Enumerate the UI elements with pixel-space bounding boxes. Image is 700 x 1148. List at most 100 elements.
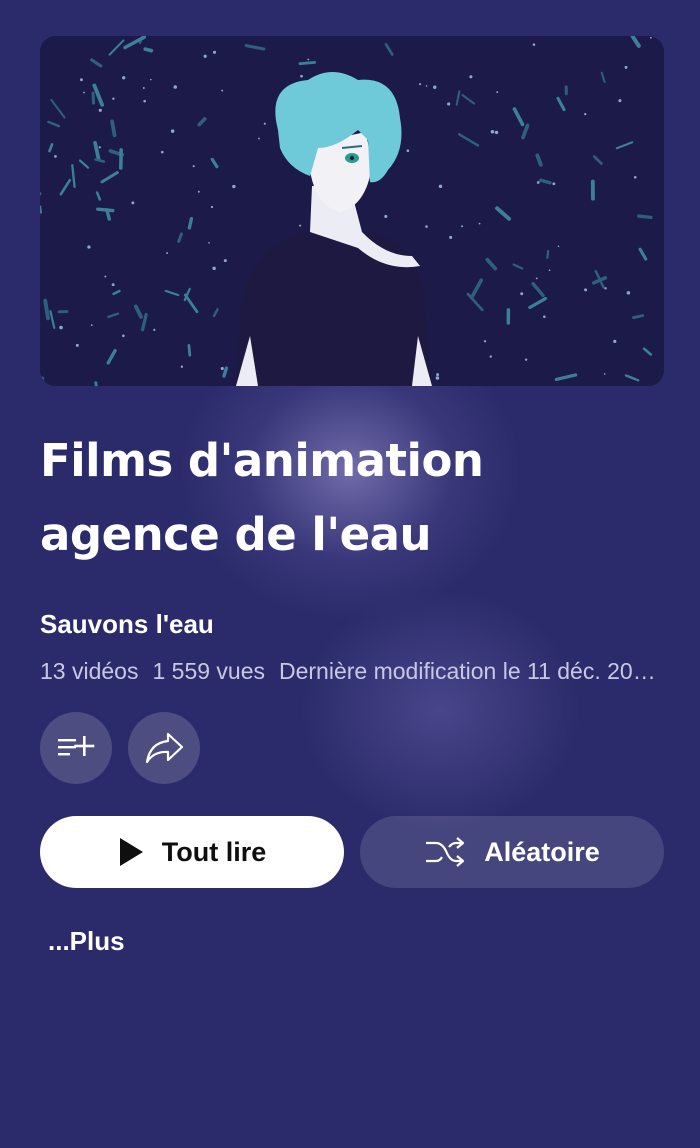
water-dot [436, 373, 440, 377]
water-dot [75, 343, 79, 347]
water-particle [110, 119, 117, 138]
water-particle [43, 298, 50, 321]
water-dot [447, 102, 451, 106]
water-dot [300, 74, 303, 78]
water-dot [418, 83, 422, 86]
play-all-label: Tout lire [161, 836, 267, 867]
water-dot [536, 181, 540, 184]
water-dot [192, 165, 195, 168]
water-dot [543, 315, 546, 318]
water-dot [603, 373, 606, 375]
water-dot [212, 266, 216, 271]
shuffle-icon [424, 835, 466, 869]
water-dot [232, 184, 236, 189]
water-dot [203, 54, 207, 58]
water-dot [212, 50, 217, 54]
more-link[interactable]: ...Plus [48, 924, 125, 958]
water-dot [104, 275, 107, 278]
save-to-library-button[interactable] [40, 712, 112, 784]
water-dot [90, 324, 93, 326]
water-particle [637, 214, 653, 220]
water-dot [584, 112, 587, 116]
water-dot [548, 269, 551, 272]
water-dot [650, 36, 652, 39]
water-dot [384, 214, 388, 218]
water-dot [604, 287, 607, 290]
water-particle [40, 376, 45, 386]
water-dot [166, 252, 169, 255]
water-dot [142, 86, 145, 89]
water-dot [160, 150, 164, 154]
water-dot [150, 78, 152, 81]
playlist-add-icon [58, 736, 95, 756]
water-dot [557, 245, 560, 248]
water-dot [520, 292, 524, 296]
water-dot [122, 334, 125, 338]
channel-name[interactable]: Sauvons l'eau [40, 608, 214, 640]
water-dot [54, 155, 57, 158]
water-dot [613, 339, 617, 343]
water-dot [98, 146, 101, 149]
water-dot [524, 358, 528, 361]
water-dot [425, 85, 428, 87]
water-dot [406, 149, 410, 153]
water-dot [584, 288, 588, 292]
view-count: 1 559 vues [152, 658, 265, 684]
water-dot [170, 129, 175, 133]
water-dot [258, 137, 260, 140]
water-dot [83, 91, 85, 94]
water-dot [494, 130, 499, 135]
water-dot [131, 201, 135, 205]
water-dot [469, 75, 473, 79]
water-particle [187, 217, 194, 230]
water-dot [180, 365, 184, 368]
shuffle-button[interactable]: Aléatoire [360, 816, 664, 888]
water-particle [187, 344, 192, 357]
video-count: 13 vidéos [40, 658, 139, 684]
water-dot [223, 259, 227, 263]
water-particle [143, 47, 154, 53]
water-particle [222, 366, 229, 378]
water-dot [532, 43, 536, 46]
water-dot [535, 277, 538, 280]
water-particle [539, 178, 552, 185]
water-dot [618, 99, 622, 103]
water-dot [122, 76, 126, 80]
water-particle [96, 207, 115, 213]
water-dot [490, 129, 495, 134]
water-dot [552, 182, 556, 186]
last-modified: Dernière modification le 11 déc. 2020 [279, 658, 659, 684]
water-dot [173, 85, 178, 89]
water-dot [438, 184, 443, 189]
water-dot [633, 175, 637, 179]
water-dot [112, 97, 115, 100]
water-dot [87, 245, 91, 249]
play-icon [118, 837, 144, 867]
water-dot [496, 91, 499, 93]
water-dot [435, 376, 440, 380]
water-dot [210, 205, 214, 209]
water-dot [461, 225, 464, 228]
water-dot [197, 190, 200, 193]
water-dot [624, 65, 628, 69]
water-dot [153, 328, 156, 331]
share-button[interactable] [128, 712, 200, 784]
thumbnail-illustration [40, 36, 664, 386]
water-dot [263, 122, 266, 125]
water-dot [299, 224, 302, 227]
water-dot [98, 108, 102, 112]
playlist-thumbnail[interactable] [40, 36, 664, 386]
water-dot [489, 355, 492, 358]
play-all-button[interactable]: Tout lire [40, 816, 344, 888]
water-dot [80, 78, 83, 82]
water-dot [433, 85, 437, 89]
water-dot [59, 325, 63, 330]
water-dot [221, 89, 224, 92]
water-particle [546, 249, 550, 259]
playlist-meta: 13 vidéos 1 559 vues Dernière modification… [40, 656, 660, 686]
water-dot [449, 235, 453, 239]
water-dot [626, 291, 631, 295]
playlist-title: Films d'animation agence de l'eau [40, 434, 484, 561]
water-dot [307, 58, 310, 61]
water-dot [111, 283, 115, 287]
